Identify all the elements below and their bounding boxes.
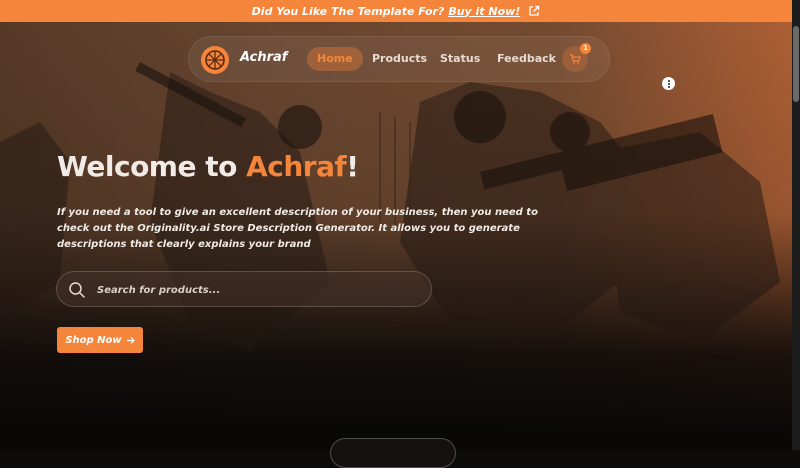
- title-accent: Achraf: [246, 150, 347, 183]
- nav-item-status[interactable]: Status: [440, 52, 480, 65]
- nav-item-products[interactable]: Products: [372, 52, 427, 65]
- cart-icon: [570, 54, 581, 64]
- scrollbar-thumb[interactable]: [793, 26, 799, 102]
- page-title: Welcome to Achraf!: [57, 150, 359, 183]
- hero-description: If you need a tool to give an excellent …: [57, 207, 538, 250]
- arrow-right-icon: [126, 336, 135, 344]
- cart-count-badge: 1: [580, 43, 591, 54]
- buy-now-link[interactable]: Buy it Now!: [448, 5, 520, 18]
- shop-now-button[interactable]: Shop Now: [57, 327, 143, 353]
- search-bar[interactable]: [56, 271, 432, 307]
- announcement-bar: Did You Like The Template For? Buy it No…: [0, 0, 792, 22]
- logo-icon[interactable]: [201, 46, 229, 74]
- bottom-floating-pill[interactable]: [330, 438, 456, 468]
- more-options-icon[interactable]: [662, 77, 675, 90]
- nav-item-feedback[interactable]: Feedback: [497, 52, 556, 65]
- external-link-icon[interactable]: [528, 5, 540, 17]
- shop-now-label: Shop Now: [65, 334, 122, 346]
- brand-name[interactable]: Achraf: [240, 50, 287, 65]
- announcement-text: Did You Like The Template For?: [251, 4, 445, 18]
- search-icon[interactable]: [67, 280, 87, 300]
- main-navbar: Achraf Home Products Status Feedback 1: [188, 36, 610, 82]
- title-prefix: Welcome to: [57, 150, 247, 183]
- page-scrollbar[interactable]: [792, 0, 800, 450]
- orange-slice-icon: [205, 50, 225, 70]
- nav-item-home[interactable]: Home: [307, 47, 363, 71]
- search-input[interactable]: [97, 281, 417, 299]
- title-suffix: !: [346, 150, 359, 183]
